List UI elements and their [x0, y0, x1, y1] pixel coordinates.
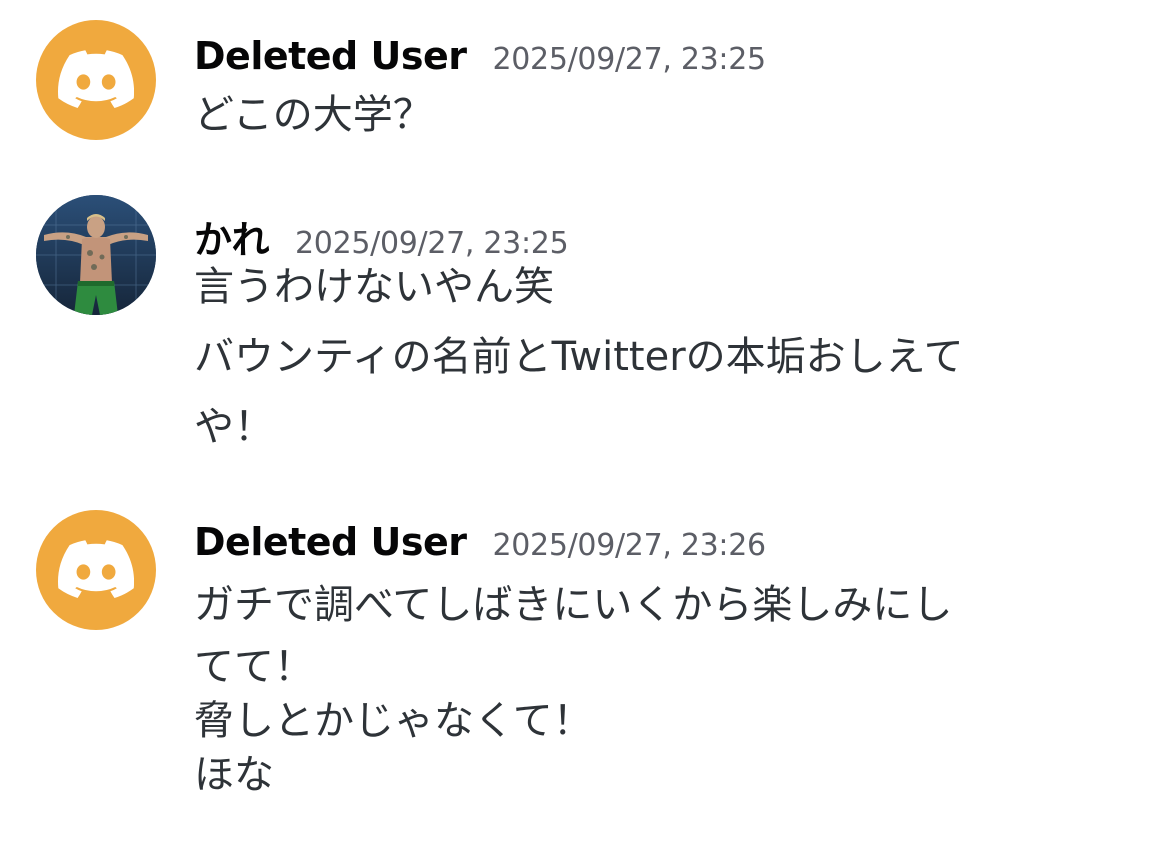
message-line: 言うわけないやん笑 [194, 264, 554, 310]
discord-logo-icon [58, 50, 134, 108]
message-line: ガチで調べてしばきにいくから楽しみにし [194, 582, 953, 628]
message-content: 言うわけないやん笑 バウンティの名前とTwitterの本垢おしえて や！ [194, 252, 1114, 462]
username[interactable]: Deleted User [194, 34, 467, 78]
message-header: Deleted User 2025/09/27, 23:26 [194, 520, 766, 564]
message-line: バウンティの名前とTwitterの本垢おしえて [194, 334, 964, 380]
message-line: や！ [194, 404, 274, 450]
avatar[interactable] [36, 195, 156, 315]
message-line: 脅しとかじゃなくて！ [194, 698, 593, 744]
message-line: ほな [194, 752, 274, 798]
message-line: どこの大学？ [194, 92, 433, 138]
timestamp[interactable]: 2025/09/27, 23:25 [492, 42, 766, 77]
message-header: Deleted User 2025/09/27, 23:25 [194, 34, 766, 78]
timestamp[interactable]: 2025/09/27, 23:26 [492, 528, 766, 563]
message-line: てて！ [194, 644, 314, 690]
avatar[interactable] [36, 510, 156, 630]
message-content: ガチで調べてしばきにいくから楽しみにし てて！ 脅しとかじゃなくて！ ほな [194, 570, 1114, 802]
discord-logo-icon [58, 540, 134, 598]
message-content: どこの大学？ [194, 80, 1114, 150]
avatar[interactable] [36, 20, 156, 140]
username[interactable]: Deleted User [194, 520, 467, 564]
fighter-photo-avatar [36, 195, 156, 315]
